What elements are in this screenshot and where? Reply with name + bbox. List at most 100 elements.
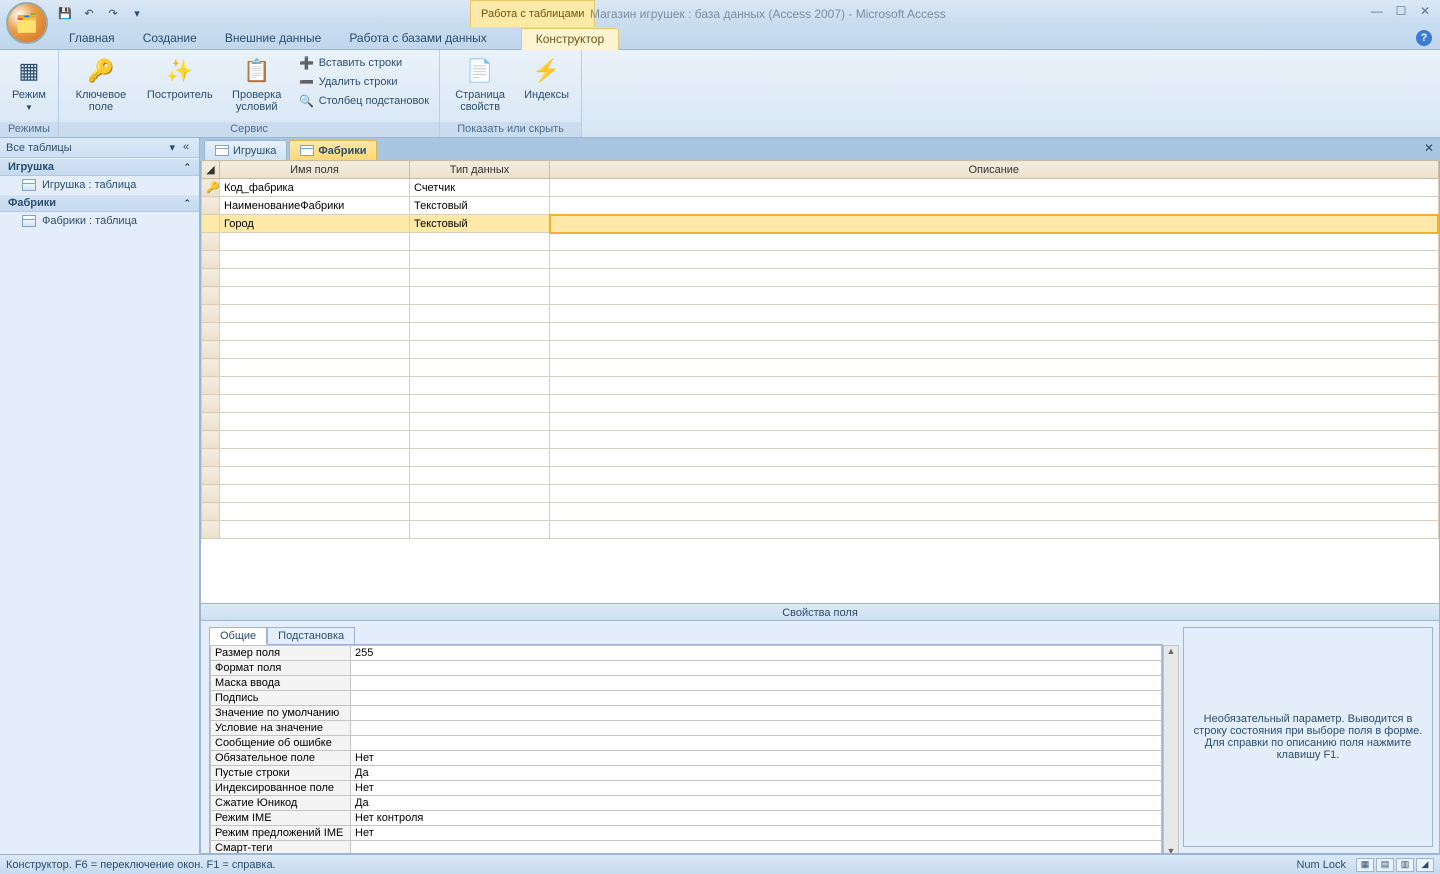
view-pivottable-button[interactable]: ▤ [1376, 858, 1394, 872]
row-selector[interactable] [202, 467, 220, 485]
nav-group-fabriki[interactable]: Фабрики ⌃ [0, 194, 199, 212]
row-selector[interactable] [202, 341, 220, 359]
field-type-cell[interactable] [410, 431, 550, 449]
field-row[interactable] [202, 467, 1439, 485]
field-desc-cell[interactable] [550, 305, 1439, 323]
field-name-cell[interactable] [220, 449, 410, 467]
property-row[interactable]: Сжатие ЮникодДа [211, 796, 1162, 811]
row-selector[interactable] [202, 395, 220, 413]
field-desc-cell[interactable] [550, 269, 1439, 287]
field-desc-cell[interactable] [550, 359, 1439, 377]
property-row[interactable]: Подпись [211, 691, 1162, 706]
view-design-button[interactable]: ◢ [1416, 858, 1434, 872]
field-type-cell[interactable] [410, 233, 550, 251]
field-desc-cell[interactable] [550, 431, 1439, 449]
delete-rows-button[interactable]: ➖Удалить строки [295, 73, 433, 91]
row-selector[interactable] [202, 431, 220, 449]
field-name-cell[interactable] [220, 395, 410, 413]
field-name-cell[interactable]: НаименованиеФабрики [220, 197, 410, 215]
row-selector[interactable] [202, 413, 220, 431]
lookup-column-button[interactable]: 🔍Столбец подстановок [295, 92, 433, 110]
nav-group-igrushka[interactable]: Игрушка ⌃ [0, 158, 199, 176]
field-desc-cell[interactable] [550, 215, 1439, 233]
property-row[interactable]: Размер поля255 [211, 646, 1162, 661]
property-row[interactable]: Режим IMEНет контроля [211, 811, 1162, 826]
row-selector[interactable]: 🔑 [202, 179, 220, 197]
field-desc-cell[interactable] [550, 323, 1439, 341]
field-name-cell[interactable]: Город [220, 215, 410, 233]
field-desc-cell[interactable] [550, 467, 1439, 485]
properties-grid[interactable]: Размер поля255Формат поляМаска вводаПодп… [209, 644, 1163, 854]
field-name-cell[interactable] [220, 431, 410, 449]
nav-dropdown-icon[interactable]: ▾ [169, 141, 175, 154]
field-type-cell[interactable] [410, 341, 550, 359]
field-desc-cell[interactable] [550, 197, 1439, 215]
ribbon-tab-home[interactable]: Главная [55, 28, 129, 49]
field-row[interactable] [202, 413, 1439, 431]
field-name-cell[interactable] [220, 269, 410, 287]
field-type-cell[interactable]: Текстовый [410, 197, 550, 215]
field-desc-cell[interactable] [550, 449, 1439, 467]
field-type-cell[interactable] [410, 269, 550, 287]
field-row[interactable] [202, 287, 1439, 305]
field-row[interactable] [202, 485, 1439, 503]
nav-collapse-icon[interactable]: « [179, 141, 193, 154]
field-row[interactable] [202, 395, 1439, 413]
field-row[interactable] [202, 431, 1439, 449]
view-datasheet-button[interactable]: ▦ [1356, 858, 1374, 872]
field-type-cell[interactable] [410, 467, 550, 485]
property-value[interactable]: Нет [351, 751, 1162, 766]
ribbon-tab-design[interactable]: Конструктор [521, 28, 619, 50]
field-row[interactable] [202, 503, 1439, 521]
field-name-cell[interactable] [220, 359, 410, 377]
property-row[interactable]: Индексированное полеНет [211, 781, 1162, 796]
row-selector[interactable] [202, 485, 220, 503]
prop-tab-general[interactable]: Общие [209, 627, 267, 645]
field-name-cell[interactable] [220, 251, 410, 269]
field-type-cell[interactable] [410, 449, 550, 467]
field-name-cell[interactable] [220, 467, 410, 485]
field-row[interactable] [202, 251, 1439, 269]
field-type-cell[interactable] [410, 305, 550, 323]
field-desc-cell[interactable] [550, 521, 1439, 539]
row-selector[interactable] [202, 287, 220, 305]
property-value[interactable] [351, 691, 1162, 706]
ribbon-tab-external[interactable]: Внешние данные [211, 28, 336, 49]
row-selector[interactable] [202, 377, 220, 395]
minimize-button[interactable]: — [1368, 4, 1386, 18]
field-type-cell[interactable]: Текстовый [410, 215, 550, 233]
property-value[interactable]: 255 [351, 646, 1162, 661]
doc-tab-fabriki[interactable]: Фабрики [289, 140, 377, 160]
field-row[interactable]: ГородТекстовый [202, 215, 1439, 233]
field-name-cell[interactable] [220, 287, 410, 305]
field-name-cell[interactable] [220, 521, 410, 539]
field-row[interactable]: НаименованиеФабрикиТекстовый [202, 197, 1439, 215]
row-selector[interactable] [202, 197, 220, 215]
properties-scrollbar[interactable]: ▲▼ [1163, 645, 1179, 854]
field-type-cell[interactable]: Счетчик [410, 179, 550, 197]
field-type-cell[interactable] [410, 251, 550, 269]
property-row[interactable]: Формат поля [211, 661, 1162, 676]
property-value[interactable]: Нет контроля [351, 811, 1162, 826]
property-row[interactable]: Маска ввода [211, 676, 1162, 691]
property-value[interactable] [351, 676, 1162, 691]
field-desc-cell[interactable] [550, 287, 1439, 305]
property-row[interactable]: Значение по умолчанию [211, 706, 1162, 721]
row-selector-header[interactable]: ◢ [202, 161, 220, 179]
doc-tab-igrushka[interactable]: Игрушка [204, 140, 287, 160]
insert-rows-button[interactable]: ➕Вставить строки [295, 54, 433, 72]
nav-item-igrushka-table[interactable]: Игрушка : таблица [0, 176, 199, 194]
prop-tab-lookup[interactable]: Подстановка [267, 627, 355, 645]
nav-pane-header[interactable]: Все таблицы ▾ « [0, 138, 199, 158]
field-desc-cell[interactable] [550, 233, 1439, 251]
property-value[interactable] [351, 841, 1162, 855]
row-selector[interactable] [202, 359, 220, 377]
property-value[interactable] [351, 721, 1162, 736]
field-desc-cell[interactable] [550, 377, 1439, 395]
property-value[interactable]: Да [351, 796, 1162, 811]
view-button[interactable]: ▦ Режим ▼ [6, 52, 52, 112]
indexes-button[interactable]: ⚡ Индексы [518, 52, 575, 101]
field-desc-cell[interactable] [550, 485, 1439, 503]
view-pivotchart-button[interactable]: ▥ [1396, 858, 1414, 872]
row-selector[interactable] [202, 233, 220, 251]
